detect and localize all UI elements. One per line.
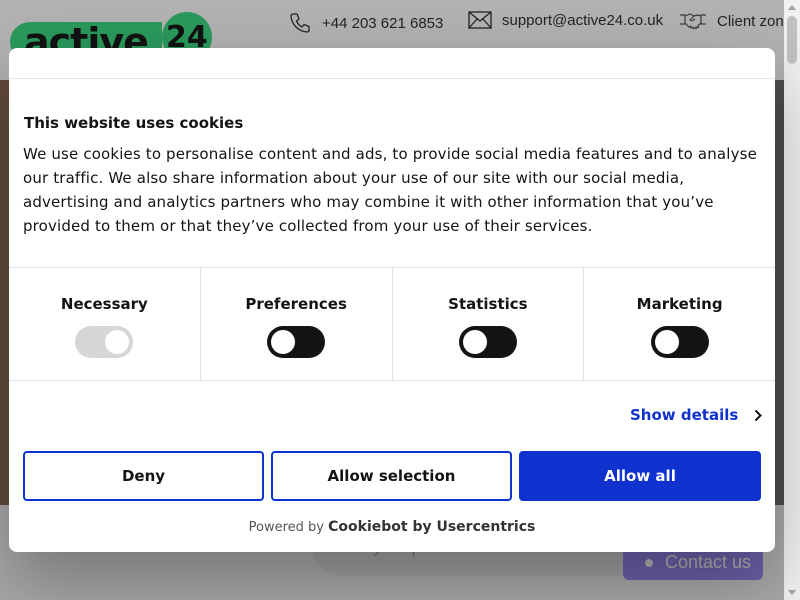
scroll-down-arrow-icon[interactable]	[788, 590, 796, 595]
show-details-link[interactable]: Show details	[630, 406, 763, 424]
cookie-consent-dialog: This website uses cookies We use cookies…	[9, 48, 775, 552]
toggle-knob	[462, 330, 487, 354]
toggle-knob	[654, 330, 679, 354]
marketing-toggle[interactable]	[650, 326, 709, 358]
category-label: Statistics	[448, 295, 528, 313]
page-scrollbar[interactable]	[784, 0, 800, 600]
cookie-dialog-title: This website uses cookies	[24, 114, 244, 132]
category-label: Preferences	[245, 295, 347, 313]
dialog-divider	[9, 78, 775, 79]
necessary-toggle	[75, 326, 134, 358]
category-necessary: Necessary	[9, 268, 201, 380]
cookiebot-brand-link[interactable]: Cookiebot by Usercentrics	[328, 519, 535, 535]
powered-by-prefix: Powered by	[248, 520, 324, 535]
scroll-up-arrow-icon[interactable]	[788, 5, 796, 10]
category-marketing: Marketing	[584, 268, 775, 380]
preferences-toggle[interactable]	[267, 326, 326, 358]
allow-selection-button[interactable]: Allow selection	[271, 451, 512, 501]
chevron-right-icon	[755, 409, 763, 421]
category-label: Necessary	[60, 295, 148, 313]
deny-button[interactable]: Deny	[23, 451, 264, 501]
category-label: Marketing	[636, 295, 723, 313]
category-preferences: Preferences	[201, 268, 393, 380]
category-statistics: Statistics	[393, 268, 585, 380]
toggle-knob	[105, 330, 130, 354]
show-details-label: Show details	[630, 406, 739, 424]
cookie-dialog-text: We use cookies to personalise content an…	[23, 145, 757, 235]
statistics-toggle[interactable]	[458, 326, 517, 358]
scroll-thumb[interactable]	[787, 16, 797, 64]
allow-all-button[interactable]: Allow all	[519, 451, 761, 501]
cookie-categories: Necessary Preferences Statistics Marketi…	[9, 267, 775, 381]
toggle-knob	[271, 330, 296, 354]
powered-by: Powered by Cookiebot by Usercentrics	[9, 519, 775, 535]
